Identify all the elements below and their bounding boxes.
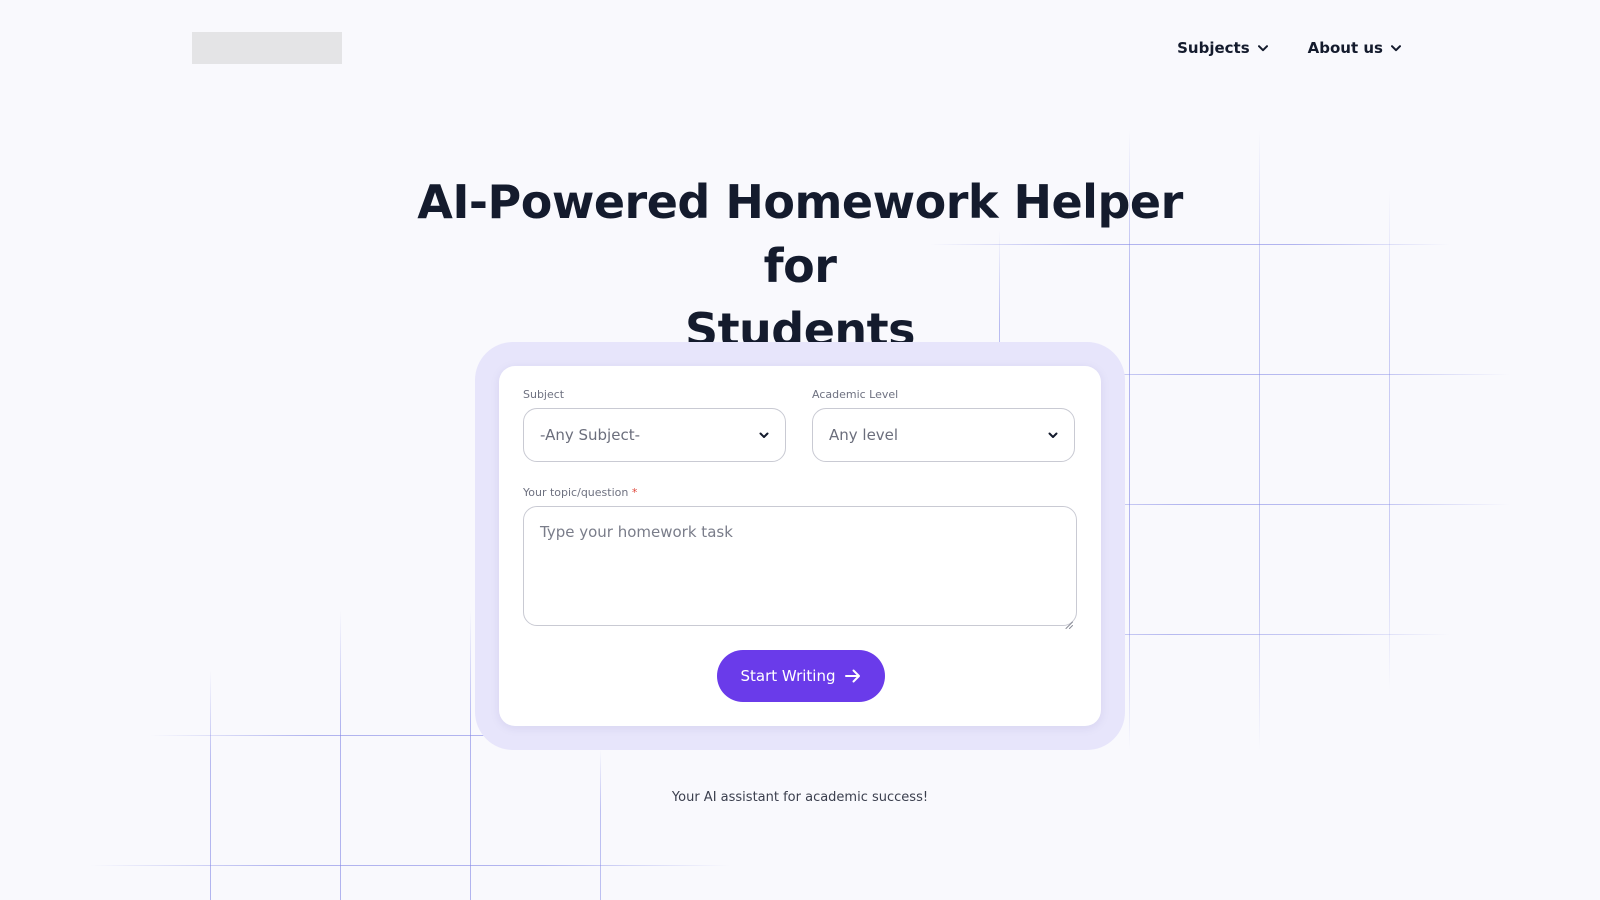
form-card-frame: Subject -Any Subject- Academic Level Any… xyxy=(475,342,1125,750)
start-writing-label: Start Writing xyxy=(740,667,836,685)
nav-subjects-label: Subjects xyxy=(1177,39,1250,57)
required-mark: * xyxy=(631,486,638,499)
nav-about-us[interactable]: About us xyxy=(1308,36,1401,60)
topic-label: Your topic/question * xyxy=(523,486,637,500)
subject-select[interactable]: -Any Subject- xyxy=(523,408,786,462)
chevron-down-icon xyxy=(1391,44,1401,52)
topic-label-text: Your topic/question xyxy=(523,486,629,499)
logo[interactable] xyxy=(192,32,342,64)
page-title: AI-Powered Homework Helper for Students xyxy=(400,170,1200,362)
resize-handle-icon[interactable] xyxy=(1065,614,1073,629)
academic-level-select[interactable]: Any level xyxy=(812,408,1075,462)
subject-select-value: -Any Subject- xyxy=(540,426,640,444)
chevron-down-icon xyxy=(1257,44,1268,52)
top-nav: Subjects About us xyxy=(1177,36,1401,60)
page: Subjects About us AI-Powered Homework He… xyxy=(0,0,1600,900)
tagline: Your AI assistant for academic success! xyxy=(671,790,929,805)
subject-label: Subject xyxy=(523,388,565,401)
nav-about-us-label: About us xyxy=(1307,39,1383,57)
topic-textarea[interactable] xyxy=(523,506,1077,626)
nav-subjects[interactable]: Subjects xyxy=(1177,36,1268,60)
chevron-down-icon xyxy=(1048,432,1058,439)
chevron-down-icon xyxy=(759,432,769,439)
academic-level-label: Academic Level xyxy=(812,388,899,401)
academic-level-select-value: Any level xyxy=(829,426,899,444)
arrow-right-icon xyxy=(845,669,861,683)
homework-form: Subject -Any Subject- Academic Level Any… xyxy=(499,366,1101,726)
start-writing-button[interactable]: Start Writing xyxy=(717,650,885,702)
page-title-line-1: AI-Powered Homework Helper for xyxy=(417,175,1183,293)
